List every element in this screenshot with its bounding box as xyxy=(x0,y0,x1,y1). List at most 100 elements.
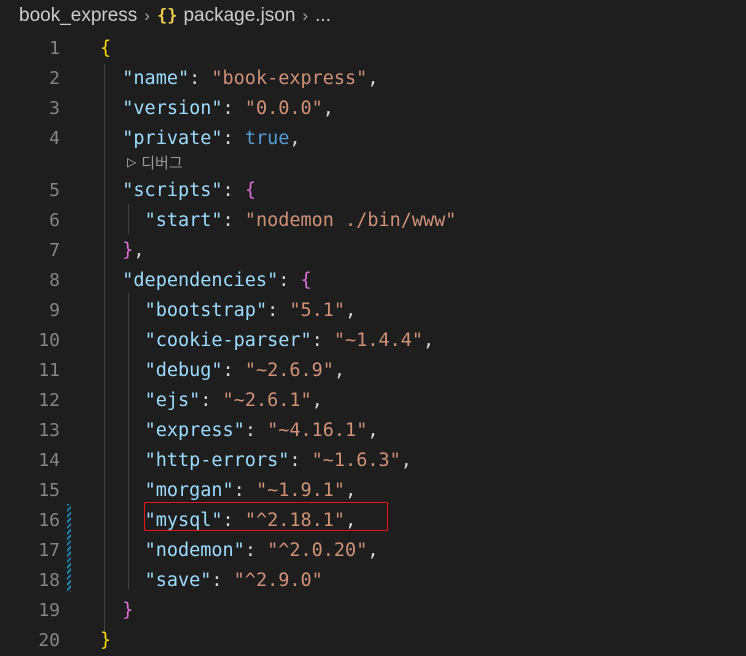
line-number: 3 xyxy=(49,98,60,119)
line-content: "express": "~4.16.1", xyxy=(144,420,379,441)
json-string: "~2.6.9" xyxy=(244,360,334,381)
line-number: 6 xyxy=(49,210,60,231)
brace: } xyxy=(122,240,134,261)
line-number: 9 xyxy=(49,300,60,321)
line-number: 16 xyxy=(38,510,60,531)
line-number: 7 xyxy=(49,240,60,261)
line-number: 14 xyxy=(38,450,60,471)
line-content: "save": "^2.9.0" xyxy=(144,570,323,591)
line-content: "debug": "~2.6.9", xyxy=(144,360,346,381)
json-key: "bootstrap" xyxy=(144,300,268,321)
line-content: "scripts": { xyxy=(122,180,256,201)
line-content: "bootstrap": "5.1", xyxy=(144,300,357,321)
chevron-right-icon: › xyxy=(302,6,309,25)
line-number: 12 xyxy=(38,390,60,411)
json-key: "version" xyxy=(122,98,223,119)
code-line: 7 }, xyxy=(0,236,746,266)
breadcrumb-file[interactable]: package.json xyxy=(183,5,295,27)
code-line: 17 "nodemon": "^2.0.20", xyxy=(0,536,746,566)
line-number: 11 xyxy=(38,360,60,381)
line-number: 17 xyxy=(38,540,60,561)
code-line: 1 { xyxy=(0,34,746,64)
code-line: 11 "debug": "~2.6.9", xyxy=(0,356,746,386)
code-line: 10 "cookie-parser": "~1.4.4", xyxy=(0,326,746,356)
code-line: 4 "private": true, xyxy=(0,124,746,154)
json-string: "~2.6.1" xyxy=(222,390,312,411)
code-line: 9 "bootstrap": "5.1", xyxy=(0,296,746,326)
line-content: "ejs": "~2.6.1", xyxy=(144,390,323,411)
json-key: "dependencies" xyxy=(122,270,279,291)
debug-codelens[interactable]: ▷ 디버그 xyxy=(127,150,183,174)
json-key: "private" xyxy=(122,128,223,149)
line-content: "nodemon": "^2.0.20", xyxy=(144,540,379,561)
code-line: 8 "dependencies": { xyxy=(0,266,746,296)
debug-codelens-label: 디버그 xyxy=(141,154,183,172)
json-key: "start" xyxy=(144,210,223,231)
json-key: "http-errors" xyxy=(144,450,290,471)
code-line: 14 "http-errors": "~1.6.3", xyxy=(0,446,746,476)
line-content: "dependencies": { xyxy=(122,270,312,291)
json-string: "nodemon ./bin/www" xyxy=(244,210,457,231)
breadcrumb: book_express › {} package.json › ... xyxy=(0,0,746,32)
line-number: 10 xyxy=(38,330,60,351)
play-icon: ▷ xyxy=(127,155,137,169)
json-string: "~1.9.1" xyxy=(255,480,346,501)
json-key: "nodemon" xyxy=(144,540,245,561)
json-string: "5.1" xyxy=(289,300,346,321)
code-line: 20 } xyxy=(0,626,746,656)
line-number: 18 xyxy=(38,570,60,591)
line-number: 15 xyxy=(38,480,60,501)
line-content: } xyxy=(100,596,133,626)
line-number: 5 xyxy=(49,180,60,201)
json-string: "book-express" xyxy=(211,68,368,89)
brace: { xyxy=(244,180,256,201)
code-line: 6 "start": "nodemon ./bin/www" xyxy=(0,206,746,236)
line-content: "cookie-parser": "~1.4.4", xyxy=(144,330,435,351)
json-key: "cookie-parser" xyxy=(144,330,312,351)
line-content: "start": "nodemon ./bin/www" xyxy=(144,210,457,231)
json-string: "0.0.0" xyxy=(244,98,323,119)
code-line: 3 "version": "0.0.0", xyxy=(0,94,746,124)
line-number: 13 xyxy=(38,420,60,441)
line-number: 4 xyxy=(49,128,60,149)
code-line: 5 "scripts": { xyxy=(0,176,746,206)
json-key: "debug" xyxy=(144,360,223,381)
brace: } xyxy=(122,600,134,621)
line-content: "name": "book-express", xyxy=(122,68,379,89)
line-content: "http-errors": "~1.6.3", xyxy=(144,450,412,471)
brace: { xyxy=(300,270,312,291)
line-content: "version": "0.0.0", xyxy=(122,98,334,119)
line-content: }, xyxy=(122,240,145,261)
code-line: 13 "express": "~4.16.1", xyxy=(0,416,746,446)
breadcrumb-more[interactable]: ... xyxy=(315,5,331,27)
line-number: 19 xyxy=(38,600,60,621)
breadcrumb-folder[interactable]: book_express xyxy=(19,5,137,27)
code-editor[interactable]: 1 { 2 "name": "book-express", 3 "version… xyxy=(0,34,746,653)
json-key: "scripts" xyxy=(122,180,223,201)
json-key: "morgan" xyxy=(144,480,234,501)
json-key: "name" xyxy=(122,68,190,89)
brace: } xyxy=(100,630,112,651)
json-string: "~1.4.4" xyxy=(333,330,424,351)
code-line: 19 } xyxy=(0,596,746,626)
json-boolean: true xyxy=(244,128,290,149)
line-number: 2 xyxy=(49,68,60,89)
json-key: "express" xyxy=(144,420,245,441)
brace: { xyxy=(100,38,112,59)
code-line: 2 "name": "book-express", xyxy=(0,64,746,94)
line-number: 20 xyxy=(38,630,60,651)
code-line: 18 "save": "^2.9.0" xyxy=(0,566,746,596)
json-string: "~4.16.1" xyxy=(267,420,368,441)
json-string: "^2.9.0" xyxy=(233,570,323,591)
json-string: "^2.0.20" xyxy=(267,540,368,561)
line-content: { xyxy=(100,34,111,64)
mysql-highlight-box xyxy=(144,502,388,531)
line-content: } xyxy=(100,626,111,656)
line-number: 1 xyxy=(49,38,60,59)
json-string: "~1.6.3" xyxy=(311,450,401,471)
json-key: "ejs" xyxy=(144,390,201,411)
code-line: 12 "ejs": "~2.6.1", xyxy=(0,386,746,416)
chevron-right-icon: › xyxy=(144,6,150,25)
json-file-icon: {} xyxy=(156,6,178,26)
json-key: "save" xyxy=(144,570,212,591)
